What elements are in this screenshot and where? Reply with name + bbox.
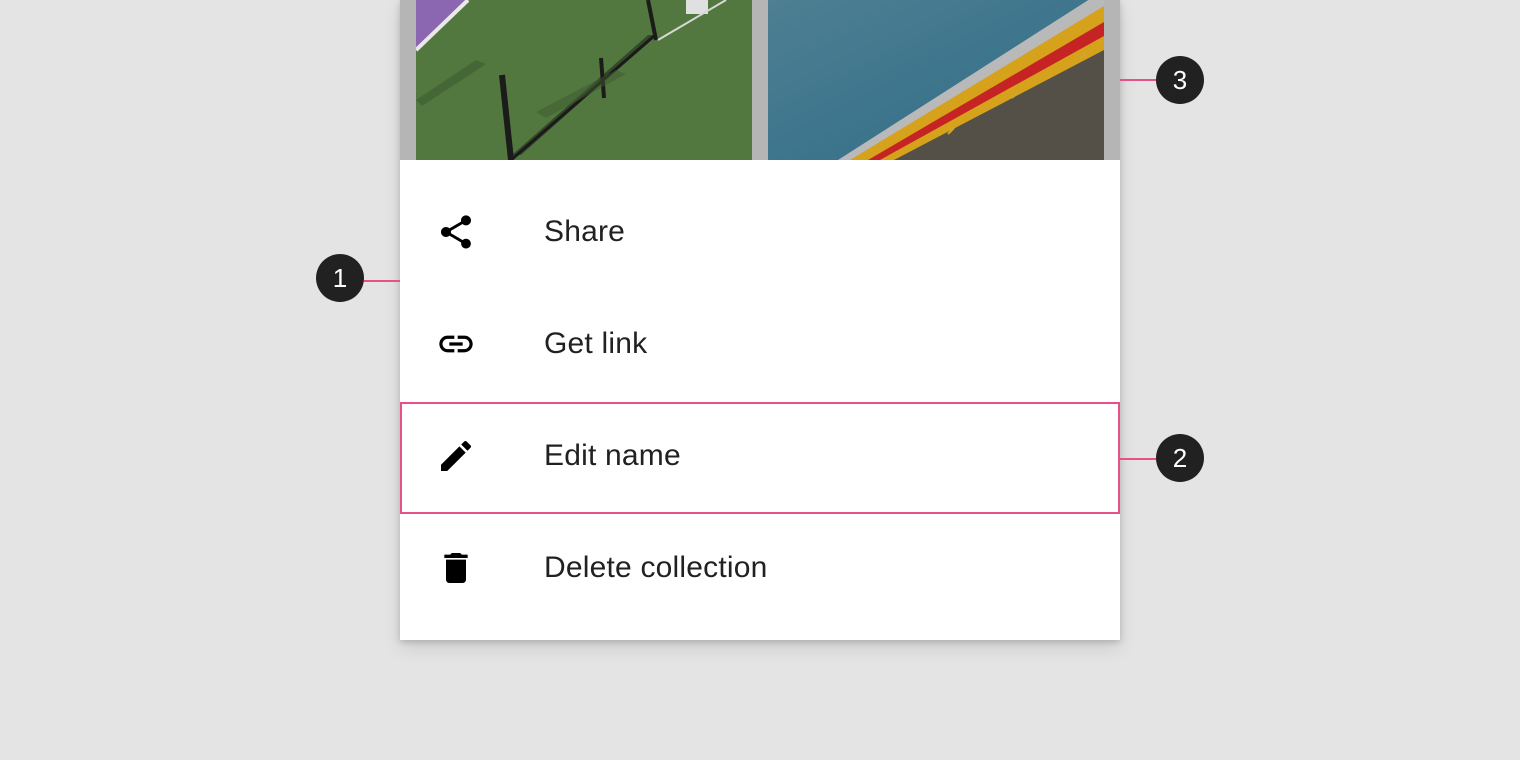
menu-item-edit-name[interactable]: Edit name xyxy=(400,400,1120,512)
menu-item-label: Share xyxy=(544,215,626,248)
link-icon xyxy=(439,335,473,353)
callout-3-line xyxy=(1120,79,1156,81)
callout-1-line xyxy=(364,280,400,282)
menu-item-label: Edit name xyxy=(544,439,681,472)
menu-item-label: Get link xyxy=(544,327,648,360)
collection-thumbnail-tennis-court[interactable] xyxy=(416,0,752,160)
callout-2-badge: 2 xyxy=(1156,434,1204,482)
bottom-sheet: Share Get link Edit name Delete collecti… xyxy=(400,0,1120,640)
collection-thumbnail-pool-edge[interactable] xyxy=(768,0,1104,160)
collection-image-strip xyxy=(400,0,1120,160)
menu-item-share[interactable]: Share xyxy=(400,176,1120,288)
pencil-icon xyxy=(441,440,472,471)
menu-item-delete-collection[interactable]: Delete collection xyxy=(400,512,1120,624)
share-icon xyxy=(441,215,471,249)
menu-item-get-link[interactable]: Get link xyxy=(400,288,1120,400)
menu-item-label: Delete collection xyxy=(544,551,768,584)
callout-3-badge: 3 xyxy=(1156,56,1204,104)
action-menu: Share Get link Edit name Delete collecti… xyxy=(400,176,1120,624)
callout-2-line xyxy=(1120,458,1156,460)
callout-1-badge: 1 xyxy=(316,254,364,302)
trash-icon xyxy=(444,553,468,583)
